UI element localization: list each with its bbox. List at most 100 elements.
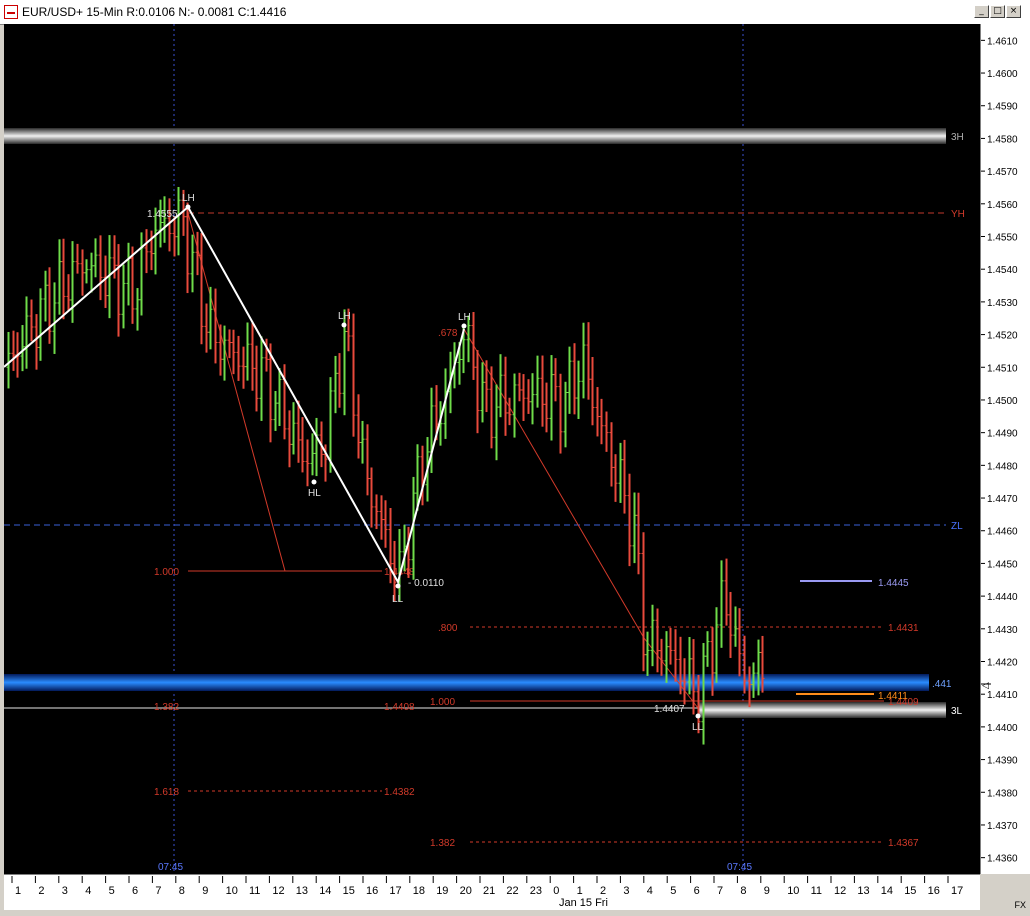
- price-tick-label: 1.4450: [987, 559, 1018, 570]
- level-3h-label: 3H: [951, 132, 964, 143]
- pivot-lh-2-label: LH: [338, 311, 351, 322]
- pivot-hl-label: HL: [308, 488, 321, 499]
- window-title: EUR/USD+ 15-Min R:0.0106 N:- 0.0081 C:1.…: [22, 5, 287, 19]
- time-tick-label: 7: [717, 885, 723, 897]
- date-label: Jan 15 Fri: [559, 897, 608, 909]
- time-axis-svg: Jan 15 Fri 1 2 3 4 5 6 7 8 9 10 11 12 13 14 15 16 17 18 19…: [11, 876, 963, 909]
- time-tick-label: 17: [951, 885, 963, 897]
- price-tick-label: 1.4370: [987, 821, 1018, 832]
- price-tick-label: 1.4580: [987, 134, 1018, 145]
- fib-2-ratio: 1.382: [154, 702, 179, 713]
- time-tick-label: 23: [530, 885, 542, 897]
- time-tick-label: 21: [483, 885, 495, 897]
- price-tick-label: 1.4470: [987, 494, 1018, 505]
- price-scale-svg: ◁ 1.4610 1.4600 1.4590 1.4580 1.4570 1.4560 1.…: [981, 36, 1018, 865]
- price-tick-label: 1.4560: [987, 200, 1018, 211]
- price-tick-label: 1.4410: [987, 690, 1018, 701]
- price-tick-label: 1.4500: [987, 396, 1018, 407]
- price-chart-area[interactable]: 3H YH ZL .441 3L 1.000 1.4448 1.382 1.44…: [4, 24, 980, 874]
- time-tick-label: 15: [343, 885, 355, 897]
- price-tick-label: 1.4430: [987, 625, 1018, 636]
- pivot-ll-2-dot: [695, 713, 701, 719]
- time-tick-label: 6: [132, 885, 138, 897]
- time-tick-label: 12: [834, 885, 846, 897]
- fib-2-price: 1.4408: [384, 702, 415, 713]
- time-tick-label: 12: [272, 885, 284, 897]
- fib-1-ratio: 1.000: [154, 567, 179, 578]
- maximize-button[interactable]: □: [990, 5, 1005, 18]
- time-tick-label: 11: [811, 885, 822, 897]
- fib-6-price: 1.4367: [888, 838, 919, 849]
- price-tick-label: 1.4460: [987, 527, 1018, 538]
- price-tick-label: 1.4610: [987, 36, 1018, 47]
- session-time-2: 07:45: [727, 862, 752, 873]
- time-tick-label: 10: [226, 885, 238, 897]
- price-tick-label: 1.4520: [987, 331, 1018, 342]
- time-tick-label: 9: [202, 885, 208, 897]
- time-tick-label: 18: [413, 885, 425, 897]
- time-tick-label: 16: [928, 885, 940, 897]
- session-time-1: 07:45: [158, 862, 183, 873]
- chart-app-icon: [4, 5, 18, 19]
- fib-3-price: 1.4382: [384, 787, 415, 798]
- price-tick-label: 1.4550: [987, 233, 1018, 244]
- pivot-ll-1-label: LL: [392, 594, 404, 605]
- time-tick-label: 1: [577, 885, 583, 897]
- time-tick-label: 5: [109, 885, 115, 897]
- fib-5-ratio: 1.000: [430, 697, 455, 708]
- time-tick-label: 13: [857, 885, 869, 897]
- time-tick-label: 14: [319, 885, 331, 897]
- time-tick-label: 4: [85, 885, 91, 897]
- close-button[interactable]: ×: [1006, 5, 1021, 18]
- time-tick-label: 20: [460, 885, 472, 897]
- time-tick-label: 17: [389, 885, 401, 897]
- fib-4-price: 1.4431: [888, 623, 919, 634]
- price-tick-label: 1.4480: [987, 461, 1018, 472]
- pivot-ll-1-range: - 0.0110: [408, 578, 444, 589]
- ohlc-bars: [6, 186, 765, 745]
- fib-3-ratio: 1.618: [154, 787, 179, 798]
- time-tick-label: 10: [787, 885, 799, 897]
- pivot-lh-1-price: 1.4555: [147, 209, 178, 220]
- level-3l-label: 3L: [951, 706, 963, 717]
- time-tick-label: 8: [179, 885, 185, 897]
- marker-1-price: 1.4445: [878, 578, 909, 589]
- time-tick-label: 2: [38, 885, 44, 897]
- current-price-zone: [4, 674, 929, 691]
- pivot-lh-2-dot: [341, 322, 347, 328]
- minimize-button[interactable]: _: [974, 5, 989, 18]
- time-tick-label: 3: [623, 885, 629, 897]
- price-tick-label: 1.4420: [987, 658, 1018, 669]
- current-zone-label: .441: [932, 679, 952, 690]
- time-tick-label: 6: [694, 885, 700, 897]
- price-tick-label: 1.4510: [987, 363, 1018, 374]
- time-tick-label: 13: [296, 885, 308, 897]
- time-axis[interactable]: Jan 15 Fri 1 2 3 4 5 6 7 8 9 10 11 12 13 14 15 16 17 18 19…: [4, 874, 980, 910]
- time-tick-label: 7: [155, 885, 161, 897]
- time-tick-label: 22: [506, 885, 518, 897]
- pivot-ll-1-dot: [395, 583, 401, 589]
- price-scale[interactable]: ◁ 1.4610 1.4600 1.4590 1.4580 1.4570 1.4560 1.…: [980, 24, 1030, 874]
- title-bar[interactable]: EUR/USD+ 15-Min R:0.0106 N:- 0.0081 C:1.…: [0, 0, 1030, 25]
- fx-label: FX: [1014, 900, 1026, 910]
- time-tick-label: 19: [436, 885, 448, 897]
- pivot-ll-2-price: 1.4407: [654, 704, 685, 715]
- price-tick-label: 1.4390: [987, 756, 1018, 767]
- price-tick-label: 1.4360: [987, 854, 1018, 865]
- pivot-lh-1-label: LH: [182, 193, 195, 204]
- price-tick-label: 1.4530: [987, 298, 1018, 309]
- time-tick-label: 8: [740, 885, 746, 897]
- current-price-arrow: ◁: [982, 680, 989, 690]
- price-tick-label: 1.4590: [987, 102, 1018, 113]
- fib-6-ratio: 1.382: [430, 838, 455, 849]
- time-tick-label: 0: [553, 885, 559, 897]
- pivot-lh-1-dot: [185, 204, 191, 210]
- marker-2-price: 1.4411: [878, 691, 908, 702]
- time-tick-label: 16: [366, 885, 378, 897]
- price-tick-label: 1.4570: [987, 167, 1018, 178]
- pivot-lh-3-label: LH: [458, 312, 471, 323]
- pivot-ll-2-label: LL: [692, 722, 704, 733]
- price-tick-label: 1.4440: [987, 592, 1018, 603]
- time-tick-label: 9: [764, 885, 770, 897]
- price-tick-label: 1.4490: [987, 429, 1018, 440]
